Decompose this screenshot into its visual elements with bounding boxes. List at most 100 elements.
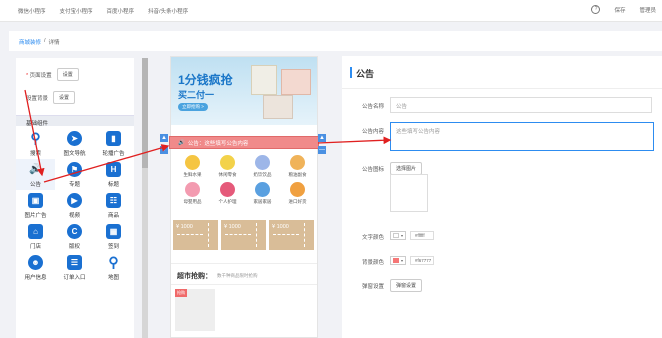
color-picker-trigger[interactable]: ▾ (390, 231, 406, 240)
popup-setting-button[interactable]: 弹窗设置 (390, 279, 423, 292)
category-grid: 生鲜水果 休闲零食 奶饮饮品 粮油副食 母婴用品 个人护理 家居家居 进口好货 (175, 155, 315, 205)
bg-color-label: 背景颜色 (361, 260, 384, 266)
breadcrumb-bar: 商城装修 / 详情 (9, 31, 662, 51)
coupon-card[interactable]: ¥ 1000 (173, 220, 218, 250)
component-signin[interactable]: ▦ 签到 (94, 221, 133, 252)
icon-preview-box[interactable] (390, 174, 428, 212)
move-down-icon[interactable]: ▼ (160, 146, 168, 154)
chevron-down-icon: ▾ (401, 258, 404, 263)
component-search[interactable]: ⚲ 搜索 (16, 128, 55, 159)
flash-sale-title: 超市抢购： (177, 273, 212, 280)
component-nav[interactable]: ➤ 图文导航 (55, 128, 94, 159)
component-label: 搜索 (29, 150, 41, 157)
component-goods[interactable]: ☷ 商品 (94, 190, 133, 221)
notice-name-input[interactable]: 公告 (390, 97, 652, 113)
component-panel: * 页面设置 设置 设置背景 设置 基础组件 ⚲ 搜索 ➤ 图文导航 ▮ 轮播广告 🔊… (16, 58, 134, 338)
component-copyright[interactable]: C 版权 (55, 221, 94, 252)
move-up-icon[interactable]: ▲ (318, 134, 326, 142)
component-order[interactable]: ☰ 订单入口 (55, 252, 94, 283)
coupon-card[interactable]: ¥ 1000 (221, 220, 266, 250)
carousel-banner[interactable]: 1分钱疯抢 买二付一 立即抢购 > (171, 57, 317, 125)
component-carousel[interactable]: ▮ 轮播广告 (94, 128, 133, 159)
carousel-icon: ▮ (106, 130, 121, 146)
user-info-icon: ☻ (28, 254, 43, 270)
category-label: 粮油副食 (288, 172, 307, 177)
category-icon (290, 155, 305, 170)
category-icon (290, 182, 305, 197)
scrollbar-thumb[interactable] (142, 58, 148, 168)
nav-wechat[interactable]: 微信小程序 (18, 7, 46, 15)
category-item[interactable]: 生鲜水果 (175, 155, 210, 178)
category-item[interactable]: 母婴用品 (175, 182, 210, 205)
component-store[interactable]: ⌂ 门店 (16, 221, 55, 252)
banner-headline: 1分钱疯抢 (178, 73, 233, 87)
category-item[interactable]: 进口好货 (280, 182, 315, 205)
component-label: 商品 (107, 212, 119, 219)
component-video[interactable]: ▶ 视频 (55, 190, 94, 221)
bg-setting-button[interactable]: 设置 (53, 91, 76, 104)
category-item[interactable]: 奶饮饮品 (245, 155, 280, 178)
product-tag: 抢购 (175, 289, 187, 297)
goods-icon: ☷ (106, 192, 121, 208)
title-icon: H (106, 161, 121, 177)
component-topic[interactable]: ⚑ 专题 (55, 159, 94, 190)
top-bar: 微信小程序 支付宝小程序 百度小程序 抖音/头条小程序 ? 保存 管理员 (0, 0, 662, 22)
text-color-picker[interactable]: ▾ #ffffff (390, 231, 434, 240)
product-box-image (281, 69, 311, 95)
category-item[interactable]: 粮油副食 (280, 155, 315, 178)
component-title[interactable]: H 标题 (94, 159, 133, 190)
nav-baidu[interactable]: 百度小程序 (107, 7, 135, 15)
panel-scrollbar[interactable] (142, 58, 148, 338)
bg-setting-label: 设置背景 (26, 95, 49, 102)
move-up-icon[interactable]: ▲ (160, 134, 168, 142)
notice-content-textarea[interactable]: 这些填写公告内容 (390, 122, 654, 151)
product-card[interactable]: 抢购 (175, 289, 215, 331)
component-label: 签到 (107, 243, 119, 250)
component-notice[interactable]: 🔊 公告 (16, 159, 55, 190)
component-user-info[interactable]: ☻ 用户信息 (16, 252, 55, 283)
color-picker-trigger[interactable]: ▾ (390, 256, 406, 265)
category-item[interactable]: 休闲零食 (210, 155, 245, 178)
category-label: 个人护理 (218, 199, 237, 204)
nav-douyin[interactable]: 抖音/头条小程序 (148, 7, 188, 15)
category-icon (255, 182, 270, 197)
category-item[interactable]: 个人护理 (210, 182, 245, 205)
component-group-header[interactable]: 基础组件 (16, 115, 134, 127)
bg-color-picker[interactable]: ▾ #f67777 (390, 256, 434, 265)
notice-bar[interactable]: 🔊 公告：这些填写公告内容 (169, 136, 319, 149)
page-setting-button[interactable]: 设置 (56, 68, 79, 81)
component-label: 门店 (29, 243, 41, 250)
notice-icon-label: 公告图标 (361, 167, 384, 173)
settings-panel: 公告 公告名称 公告 公告内容 这些填写公告内容 公告图标 选择图片 文字颜色 … (342, 56, 662, 338)
category-icon (185, 155, 200, 170)
breadcrumb-home[interactable]: 商城装修 (19, 38, 41, 46)
component-map[interactable]: ⚲ 地图 (94, 252, 133, 283)
top-right: ? 保存 管理员 (591, 5, 656, 14)
flash-sale-header[interactable]: 超市抢购： 数千种商品限时抢购 (171, 263, 317, 285)
delete-icon[interactable]: — (318, 146, 326, 154)
notice-name-label: 公告名称 (361, 104, 384, 110)
category-item[interactable]: 家居家居 (245, 182, 280, 205)
help-icon[interactable]: ? (591, 5, 601, 14)
banner-subline: 买二付一 (178, 90, 215, 100)
search-icon: ⚲ (30, 129, 41, 146)
text-color-value[interactable]: #ffffff (410, 231, 434, 240)
component-label: 公告 (29, 181, 41, 188)
category-icon (185, 182, 200, 197)
save-link[interactable]: 保存 (614, 6, 625, 14)
notice-content-label: 公告内容 (361, 129, 384, 135)
component-image-ad[interactable]: ▣ 图片广告 (16, 190, 55, 221)
navigation-icon: ➤ (67, 130, 82, 146)
coupon-card[interactable]: ¥ 1000 (269, 220, 314, 250)
user-name[interactable]: 管理员 (639, 6, 656, 14)
color-swatch (393, 233, 399, 238)
notice-icon: 🔊 (29, 163, 42, 175)
notice-text: 公告：这些填写公告内容 (187, 140, 249, 147)
image-ad-icon: ▣ (28, 192, 43, 208)
category-icon (255, 155, 270, 170)
category-label: 奶饮饮品 (253, 172, 272, 177)
page-setting-row: * 页面设置 设置 (26, 68, 79, 81)
coupon-row: ¥ 1000 ¥ 1000 ¥ 1000 (173, 220, 317, 250)
nav-alipay[interactable]: 支付宝小程序 (60, 7, 93, 15)
bg-color-value[interactable]: #f67777 (410, 256, 434, 265)
